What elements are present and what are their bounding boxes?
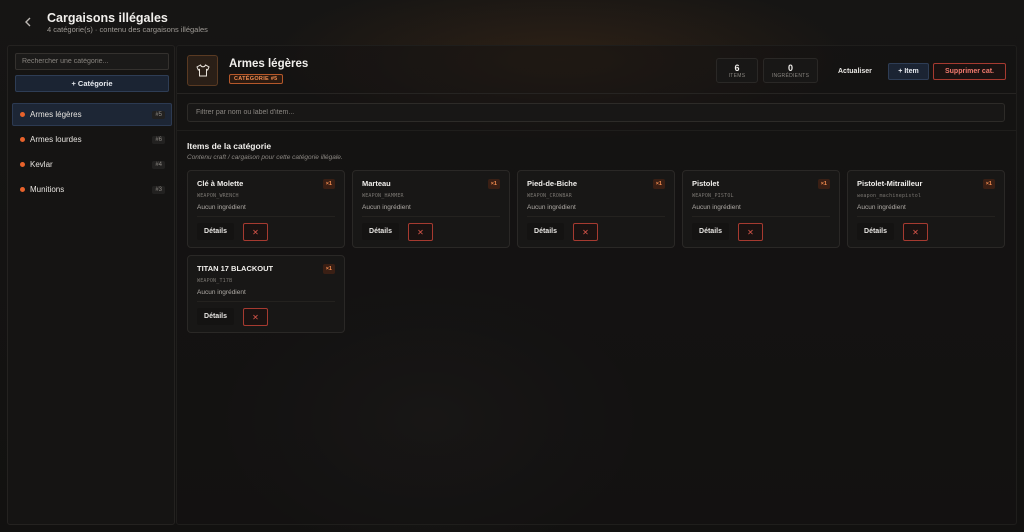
delete-item-button[interactable]: ✕ xyxy=(243,308,268,326)
details-button[interactable]: Détails xyxy=(362,223,399,240)
delete-item-button[interactable]: ✕ xyxy=(903,223,928,241)
category-label: Kevlar xyxy=(30,160,53,169)
category-id-badge: #5 xyxy=(152,110,165,119)
item-code: WEAPON_PISTOL xyxy=(692,193,734,199)
refresh-button[interactable]: Actualiser xyxy=(832,63,878,79)
category-title: Armes légères xyxy=(229,58,309,70)
category-dot-icon xyxy=(20,187,25,192)
details-button[interactable]: Détails xyxy=(197,308,234,325)
category-label: Armes légères xyxy=(30,110,82,119)
sidebar-item-armes-legeres[interactable]: Armes légères #5 xyxy=(12,103,172,126)
ingredients-label: INGRÉDIENTS xyxy=(771,72,810,79)
item-name: Marteau xyxy=(362,179,391,188)
category-icon-box xyxy=(187,55,218,86)
category-label: Armes lourdes xyxy=(30,135,82,144)
item-quantity-badge: ×1 xyxy=(322,264,335,274)
category-list: Armes légères #5 Armes lourdes #6 Kevlar… xyxy=(12,103,172,203)
item-quantity-badge: ×1 xyxy=(982,179,995,189)
sidebar-item-kevlar[interactable]: Kevlar #4 xyxy=(12,153,172,176)
close-icon: ✕ xyxy=(252,227,259,237)
category-dot-icon xyxy=(20,112,25,117)
category-label: Munitions xyxy=(30,185,65,194)
page-header: Cargaisons illégales 4 catégorie(s) · co… xyxy=(0,0,1024,44)
shirt-icon xyxy=(195,64,210,77)
item-quantity-badge: ×1 xyxy=(322,179,335,189)
page-title: Cargaisons illégales xyxy=(47,11,168,25)
category-id-badge: #4 xyxy=(152,160,165,169)
delete-item-button[interactable]: ✕ xyxy=(408,223,433,241)
item-ingredients: Aucun ingrédient xyxy=(527,204,576,211)
card-divider xyxy=(527,216,665,217)
item-name: Pistolet-Mitrailleur xyxy=(857,179,923,188)
item-card: Pistolet ×1 WEAPON_PISTOL Aucun ingrédie… xyxy=(682,170,840,248)
chevron-left-icon xyxy=(25,17,31,27)
item-code: WEAPON_WRENCH xyxy=(197,193,239,199)
item-ingredients: Aucun ingrédient xyxy=(197,204,246,211)
item-card: Marteau ×1 WEAPON_HAMMER Aucun ingrédien… xyxy=(352,170,510,248)
ingredients-count: 0 xyxy=(787,62,793,73)
category-dot-icon xyxy=(20,137,25,142)
item-filter-input[interactable] xyxy=(187,103,1005,122)
category-sidebar: + Catégorie Armes légères #5 Armes lourd… xyxy=(7,45,175,525)
item-ingredients: Aucun ingrédient xyxy=(692,204,741,211)
details-button[interactable]: Détails xyxy=(197,223,234,240)
item-name: TITAN 17 BLACKOUT xyxy=(197,264,274,273)
item-code: WEAPON_T17B xyxy=(197,278,233,284)
category-header: Armes légères CATÉGORIE #5 6 ITEMS 0 ING… xyxy=(177,46,1016,94)
item-name: Clé à Molette xyxy=(197,179,244,188)
item-ingredients: Aucun ingrédient xyxy=(857,204,906,211)
item-card: Pistolet-Mitrailleur ×1 weapon_machinepi… xyxy=(847,170,1005,248)
category-id-badge: #6 xyxy=(152,135,165,144)
items-label: ITEMS xyxy=(728,72,746,79)
item-code: weapon_machinepistol xyxy=(857,193,922,199)
item-code: WEAPON_CROWBAR xyxy=(527,193,572,199)
item-name: Pied-de-Biche xyxy=(527,179,578,188)
category-search-input[interactable] xyxy=(15,53,169,70)
delete-item-button[interactable]: ✕ xyxy=(243,223,268,241)
item-grid: Clé à Molette ×1 WEAPON_WRENCH Aucun ing… xyxy=(187,170,1007,333)
item-quantity-badge: ×1 xyxy=(817,179,830,189)
delete-item-button[interactable]: ✕ xyxy=(738,223,763,241)
item-quantity-badge: ×1 xyxy=(652,179,665,189)
close-icon: ✕ xyxy=(912,227,919,237)
category-dot-icon xyxy=(20,162,25,167)
delete-category-button[interactable]: Supprimer cat. xyxy=(933,63,1006,80)
add-category-button[interactable]: + Catégorie xyxy=(15,75,169,92)
item-card: TITAN 17 BLACKOUT ×1 WEAPON_T17B Aucun i… xyxy=(187,255,345,333)
card-divider xyxy=(857,216,995,217)
page-subtitle: 4 catégorie(s) · contenu des cargaisons … xyxy=(47,25,208,34)
details-button[interactable]: Détails xyxy=(857,223,894,240)
category-badge: CATÉGORIE #5 xyxy=(229,74,283,84)
add-item-button[interactable]: + Item xyxy=(888,63,929,80)
delete-item-button[interactable]: ✕ xyxy=(573,223,598,241)
card-divider xyxy=(362,216,500,217)
category-id-badge: #3 xyxy=(152,185,165,194)
close-icon: ✕ xyxy=(582,227,589,237)
item-code: WEAPON_HAMMER xyxy=(362,193,404,199)
card-divider xyxy=(692,216,830,217)
item-ingredients: Aucun ingrédient xyxy=(362,204,411,211)
sidebar-item-armes-lourdes[interactable]: Armes lourdes #6 xyxy=(12,128,172,151)
items-stat: 6 ITEMS xyxy=(716,58,758,83)
item-name: Pistolet xyxy=(692,179,720,188)
divider xyxy=(177,130,1016,131)
items-count: 6 xyxy=(734,62,740,73)
card-divider xyxy=(197,216,335,217)
item-ingredients: Aucun ingrédient xyxy=(197,289,246,296)
details-button[interactable]: Détails xyxy=(527,223,564,240)
item-card: Clé à Molette ×1 WEAPON_WRENCH Aucun ing… xyxy=(187,170,345,248)
item-quantity-badge: ×1 xyxy=(487,179,500,189)
close-icon: ✕ xyxy=(417,227,424,237)
section-subtitle: Contenu craft / cargaison pour cette cat… xyxy=(187,154,343,161)
close-icon: ✕ xyxy=(252,312,259,322)
ingredients-stat: 0 INGRÉDIENTS xyxy=(763,58,818,83)
back-button[interactable] xyxy=(18,12,38,32)
details-button[interactable]: Détails xyxy=(692,223,729,240)
item-card: Pied-de-Biche ×1 WEAPON_CROWBAR Aucun in… xyxy=(517,170,675,248)
close-icon: ✕ xyxy=(747,227,754,237)
card-divider xyxy=(197,301,335,302)
sidebar-item-munitions[interactable]: Munitions #3 xyxy=(12,178,172,201)
category-detail-panel: Armes légères CATÉGORIE #5 6 ITEMS 0 ING… xyxy=(176,45,1017,525)
section-title: Items de la catégorie xyxy=(187,141,272,151)
